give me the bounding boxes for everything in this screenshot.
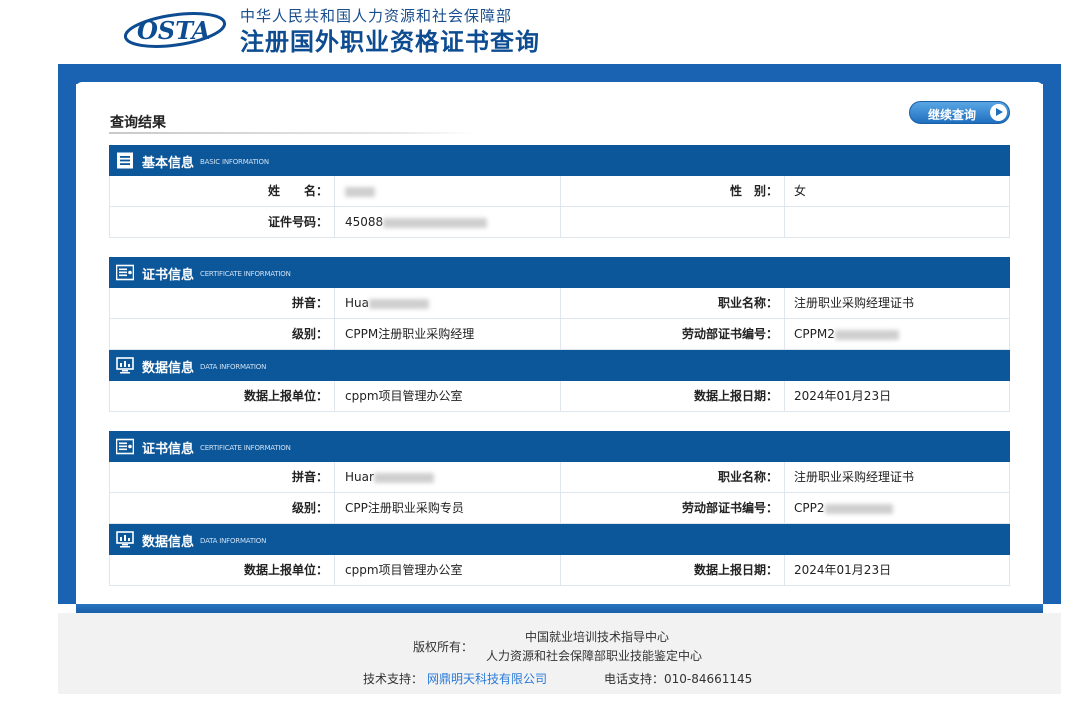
level-value: CPP注册职业采购专员 [335, 493, 561, 523]
site-title: 注册国外职业资格证书查询 [240, 28, 540, 56]
data-info-en: DATA INFORMATION [200, 537, 267, 545]
cert-info-title: 证书信息 [142, 442, 195, 457]
copyright-label: 版权所有： [413, 640, 474, 654]
job-value: 注册职业采购经理证书 [794, 470, 915, 484]
certificate-icon [116, 438, 134, 455]
pinyin-label: 拼音： [110, 462, 335, 492]
data2-row: 数据上报单位： cppm项目管理办公室 数据上报日期： 2024年01月23日 [109, 555, 1010, 586]
pinyin-label: 拼音： [110, 288, 335, 318]
data-info-header-2: 数据信息 DATA INFORMATION [109, 524, 1010, 555]
report-date-value: 2024年01月23日 [794, 389, 892, 403]
cert-info-title: 证书信息 [142, 268, 195, 283]
right-frame [1043, 84, 1061, 604]
name-label: 姓 名： [110, 176, 335, 206]
name-value [335, 176, 561, 206]
top-blue-bar [58, 64, 1061, 84]
left-frame [58, 84, 76, 604]
pinyin-value: Hua [335, 288, 561, 318]
footer-bar [76, 604, 1043, 613]
basic-row-2: 证件号码： 45088 [109, 207, 1010, 238]
report-unit-label: 数据上报单位： [110, 555, 335, 585]
id-label: 证件号码： [110, 207, 335, 237]
redacted-pinyin [368, 298, 429, 309]
pinyin-value: Huar [335, 462, 561, 492]
basic-info-header: 基本信息 BASIC INFORMATION [109, 145, 1010, 176]
level-value: CPPM注册职业采购经理 [335, 319, 561, 349]
report-unit-value: cppm项目管理办公室 [335, 381, 561, 411]
cert-no-value: CPP2 [785, 493, 1009, 523]
redacted-pinyin [373, 472, 434, 483]
redacted-cert-no [824, 503, 893, 514]
report-date-value: 2024年01月23日 [794, 563, 892, 577]
cert1-row-2: 级别： CPPM注册职业采购经理 劳动部证书编号： CPPM2 [109, 319, 1010, 350]
level-label: 级别： [110, 319, 335, 349]
basic-info-en: BASIC INFORMATION [200, 158, 269, 166]
cert2-row-2: 级别： CPP注册职业采购专员 劳动部证书编号： CPP2 [109, 493, 1010, 524]
data-info-title: 数据信息 [142, 361, 195, 376]
phone-support: 电话支持：010-84661145 [604, 672, 753, 686]
certificate-icon [116, 264, 134, 281]
site-footer: 版权所有： 中国就业培训技术指导中心 人力资源和社会保障部职业技能鉴定中心 技术… [58, 613, 1061, 694]
site-header: OSTA 中华人民共和国人力资源和社会保障部 注册国外职业资格证书查询 [0, 0, 1080, 64]
cert-info-en: CERTIFICATE INFORMATION [200, 270, 291, 278]
report-unit-value: cppm项目管理办公室 [335, 555, 561, 585]
continue-query-button[interactable]: 继续查询 [909, 101, 1010, 124]
continue-query-label: 继续查询 [928, 108, 977, 122]
data1-row: 数据上报单位： cppm项目管理办公室 数据上报日期： 2024年01月23日 [109, 381, 1010, 412]
cert-info-header-1: 证书信息 CERTIFICATE INFORMATION [109, 257, 1010, 288]
basic-row-1: 姓 名： 性 别： 女 [109, 176, 1010, 207]
tech-support-label: 技术支持： [363, 672, 424, 686]
play-arrow-icon [990, 104, 1007, 121]
data-info-en: DATA INFORMATION [200, 363, 267, 371]
gender-label: 性 别： [561, 176, 785, 206]
cert-info-header-2: 证书信息 CERTIFICATE INFORMATION [109, 431, 1010, 462]
monitor-icon [116, 357, 134, 374]
cert1-row-1: 拼音： Hua 职业名称： 注册职业采购经理证书 [109, 288, 1010, 319]
level-label: 级别： [110, 493, 335, 523]
copyright-org-2: 人力资源和社会保障部职业技能鉴定中心 [486, 649, 703, 663]
basic-info-title: 基本信息 [142, 156, 195, 171]
redacted-id [383, 217, 488, 228]
copyright-org-1: 中国就业培训技术指导中心 [525, 630, 670, 644]
report-unit-label: 数据上报单位： [110, 381, 335, 411]
job-label: 职业名称： [561, 462, 785, 492]
empty-cell [561, 207, 785, 237]
svg-text:OSTA: OSTA [137, 16, 210, 45]
osta-logo: OSTA [123, 12, 227, 48]
tech-support-link[interactable]: 网鼎明天科技有限公司 [427, 670, 547, 687]
report-date-label: 数据上报日期： [561, 381, 785, 411]
data-info-title: 数据信息 [142, 535, 195, 550]
report-date-label: 数据上报日期： [561, 555, 785, 585]
cert-info-en: CERTIFICATE INFORMATION [200, 444, 291, 452]
list-doc-icon [117, 152, 133, 169]
cert2-row-1: 拼音： Huar 职业名称： 注册职业采购经理证书 [109, 462, 1010, 493]
empty-cell [785, 207, 1009, 237]
job-value: 注册职业采购经理证书 [794, 296, 915, 310]
results-title: 查询结果 [110, 115, 166, 131]
data-info-header-1: 数据信息 DATA INFORMATION [109, 350, 1010, 381]
redacted-name [345, 186, 375, 197]
results-title-underline [109, 132, 475, 134]
cert-no-label: 劳动部证书编号： [561, 493, 785, 523]
monitor-icon [116, 531, 134, 548]
id-value: 45088 [335, 207, 561, 237]
job-label: 职业名称： [561, 288, 785, 318]
cert-no-value: CPPM2 [785, 319, 1009, 349]
cert-no-label: 劳动部证书编号： [561, 319, 785, 349]
redacted-cert-no [834, 329, 899, 340]
gender-value: 女 [794, 184, 807, 198]
